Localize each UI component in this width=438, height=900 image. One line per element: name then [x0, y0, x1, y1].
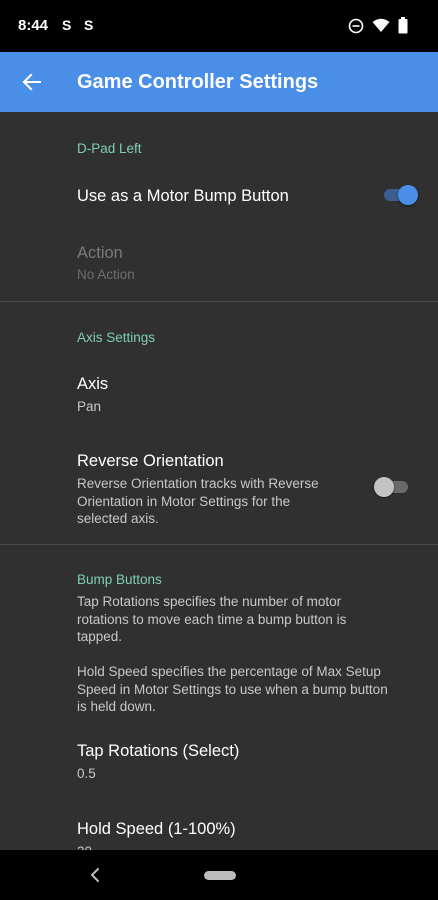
- app-bar: Game Controller Settings: [0, 52, 438, 112]
- switch-thumb: [374, 477, 394, 497]
- battery-icon: [398, 17, 408, 34]
- settings-list[interactable]: D-Pad Left Use as a Motor Bump Button Ac…: [0, 112, 438, 850]
- status-time: 8:44: [18, 17, 49, 34]
- axis-value: Pan: [77, 399, 102, 414]
- section-header-bump: Bump Buttons: [77, 572, 162, 587]
- bump-button-toggle-title: Use as a Motor Bump Button: [77, 187, 289, 205]
- tap-rotations-value: 0.5: [77, 766, 96, 781]
- tap-rotations-title: Tap Rotations (Select): [77, 742, 240, 760]
- reverse-orientation-switch[interactable]: [374, 476, 410, 498]
- nav-home-pill[interactable]: [204, 871, 236, 880]
- page-title: Game Controller Settings: [77, 71, 319, 93]
- do-not-disturb-icon: [348, 18, 364, 33]
- notification-s-icon: S: [84, 17, 94, 33]
- bump-button-switch[interactable]: [382, 184, 418, 206]
- notification-s-icon: S: [62, 17, 72, 33]
- hold-speed-title: Hold Speed (1-100%): [77, 820, 236, 838]
- section-header-dpad: D-Pad Left: [77, 141, 142, 156]
- reverse-orientation-title: Reverse Orientation: [77, 452, 224, 470]
- bump-description-line: Speed in Motor Settings to use when a bu…: [77, 681, 388, 697]
- reverse-orientation-summary-line: Reverse Orientation tracks with Reverse: [77, 476, 319, 491]
- switch-thumb: [398, 185, 418, 205]
- status-bar: 8:44 S S: [0, 0, 438, 52]
- nav-back-icon[interactable]: [88, 866, 102, 884]
- reverse-orientation-summary-line: Orientation in Motor Settings for the: [77, 493, 291, 509]
- section-header-axis: Axis Settings: [77, 330, 156, 345]
- divider: [0, 544, 438, 545]
- bump-description-line: is held down.: [77, 699, 156, 714]
- bump-description-line: tapped.: [77, 629, 123, 644]
- hold-speed-value: 30: [77, 843, 92, 850]
- bump-description-line: rotations to move each time a bump butto…: [77, 611, 347, 627]
- action-title: Action: [77, 244, 123, 262]
- bump-description-line: Hold Speed specifies the percentage of M…: [77, 664, 381, 679]
- navigation-bar: [0, 850, 438, 900]
- divider: [0, 301, 438, 302]
- status-right-icons: [348, 17, 408, 34]
- reverse-orientation-summary-line: selected axis.: [77, 511, 159, 526]
- arrow-left-icon[interactable]: [18, 68, 46, 96]
- action-value: No Action: [77, 267, 135, 282]
- bump-description-line: Tap Rotations specifies the number of mo…: [77, 594, 342, 609]
- axis-title: Axis: [77, 375, 109, 393]
- wifi-icon: [372, 18, 390, 32]
